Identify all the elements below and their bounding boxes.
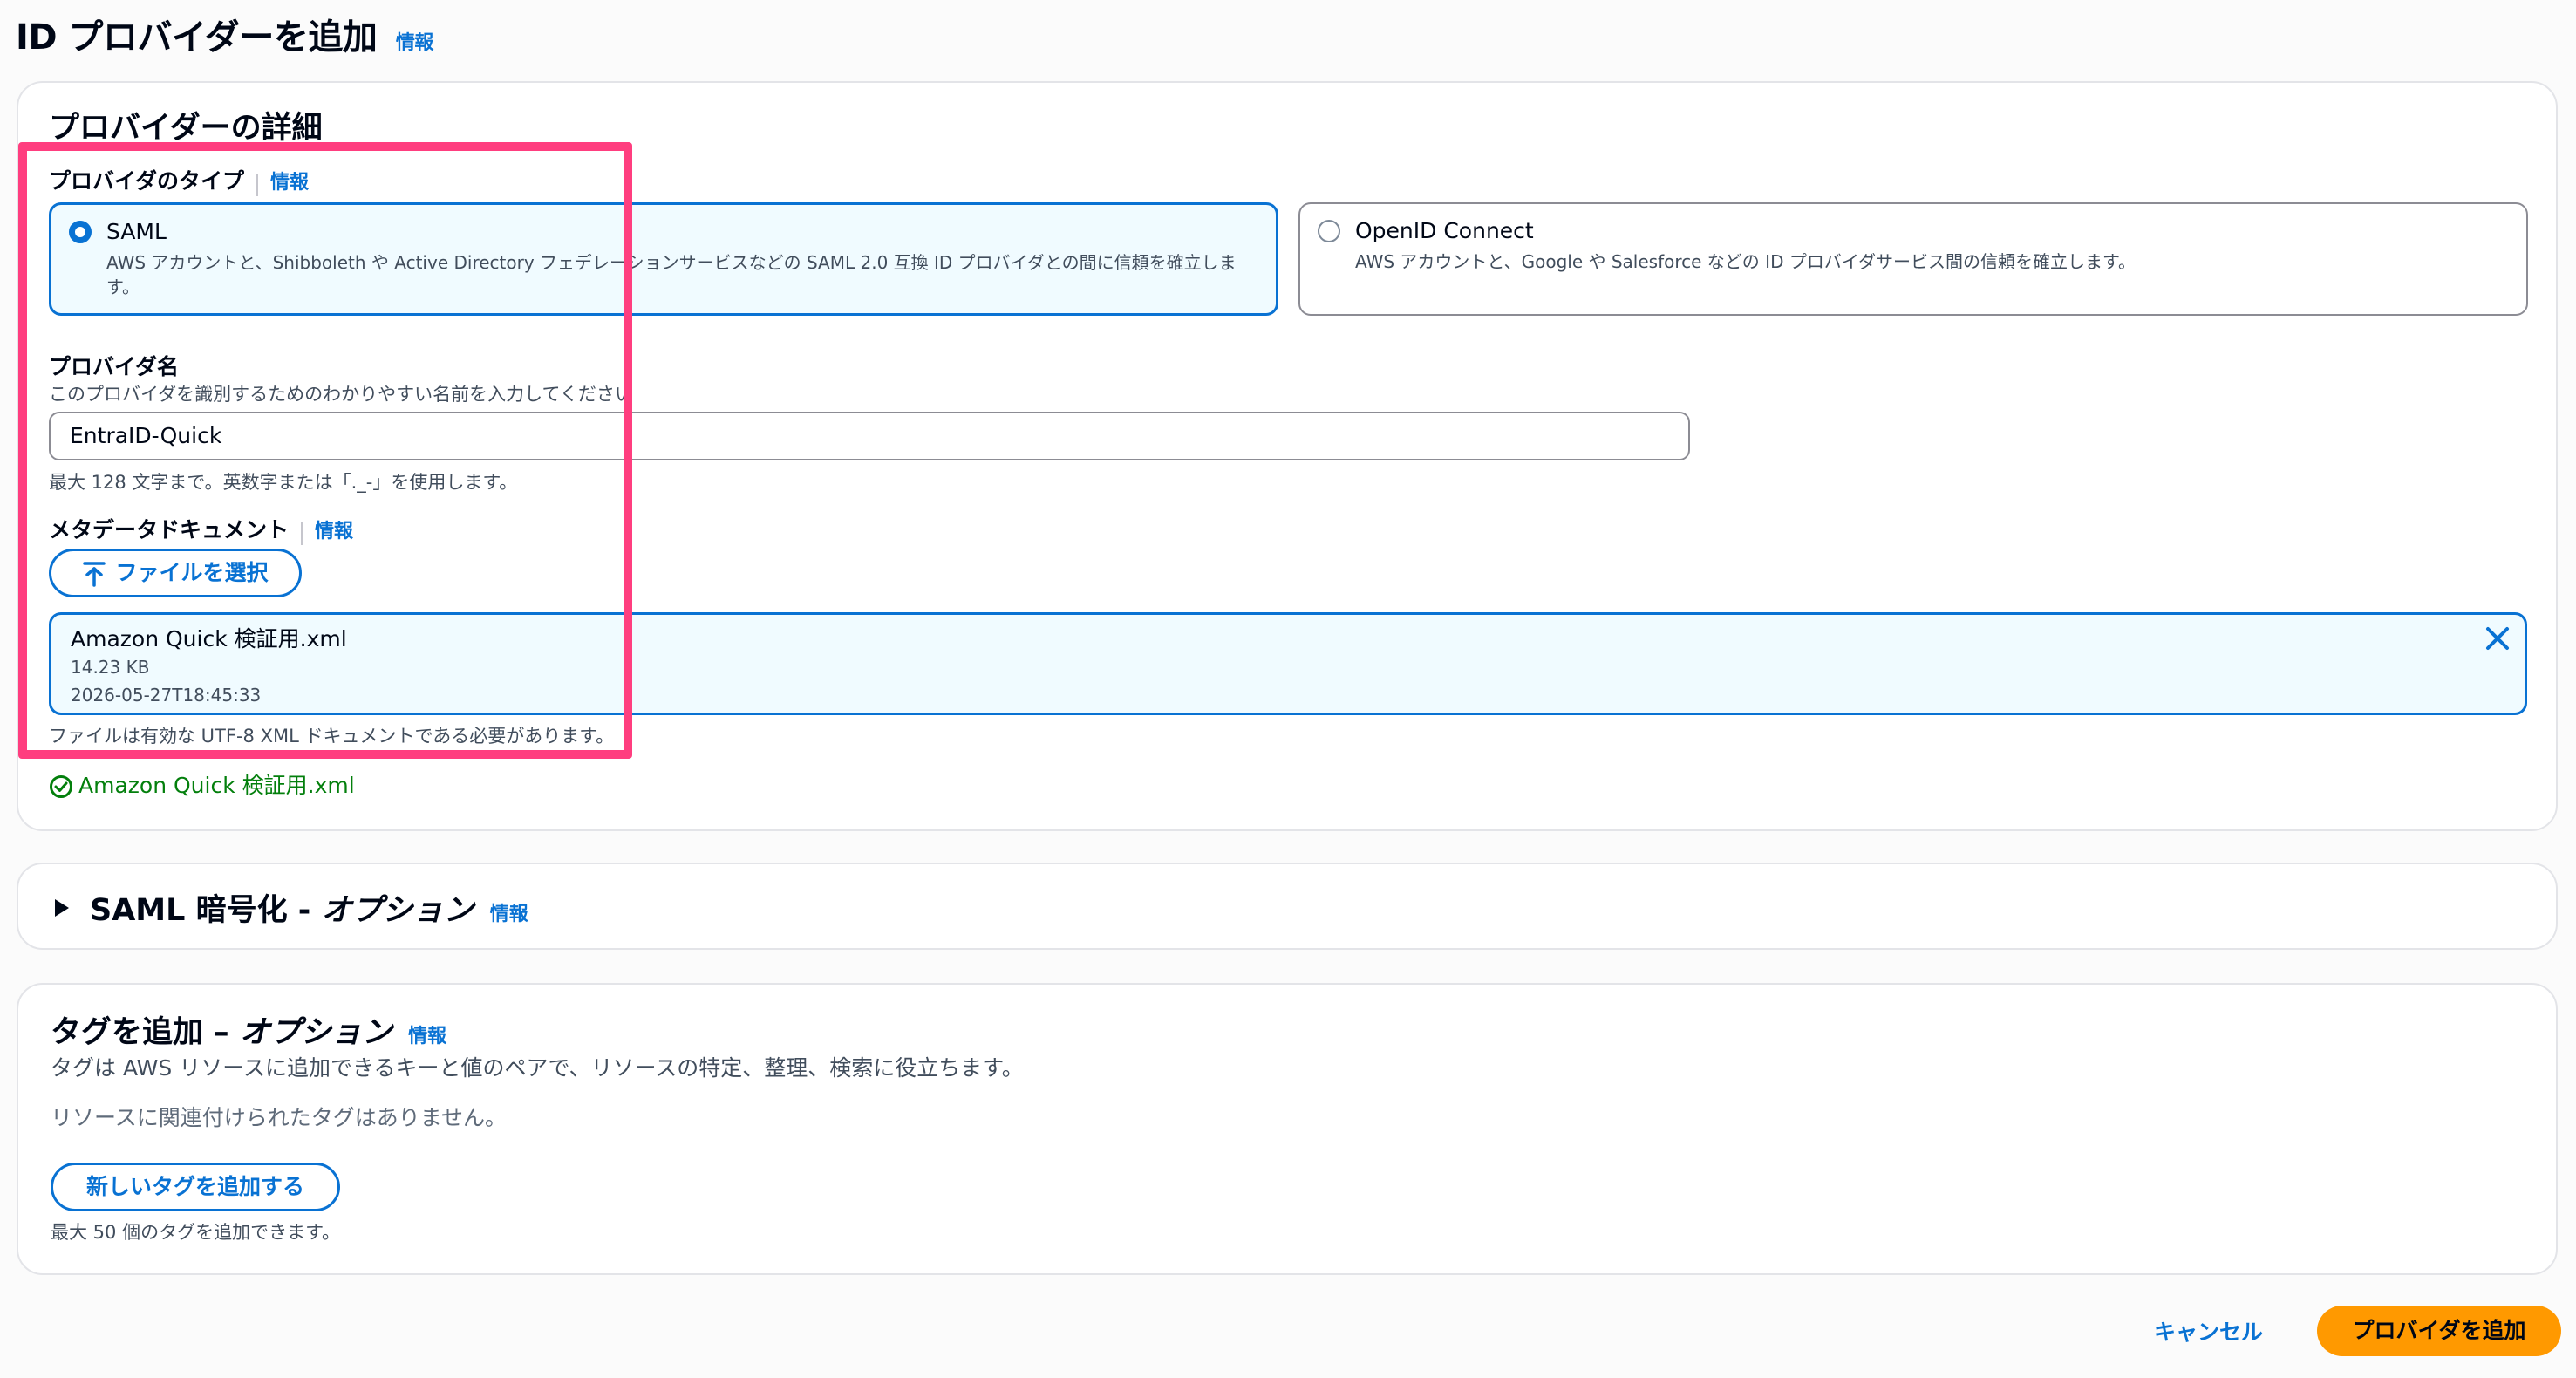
metadata-info-link[interactable]: 情報 <box>315 521 353 542</box>
saml-radio[interactable] <box>69 221 92 243</box>
saml-encryption-title-main: SAML 暗号化 - <box>90 893 322 928</box>
file-size: 14.23 KB <box>71 657 150 678</box>
metadata-label-row: メタデータドキュメント 情報 <box>49 513 353 545</box>
oidc-tile-title: OpenID Connect <box>1355 218 1534 243</box>
choose-file-label: ファイルを選択 <box>115 560 269 585</box>
saml-encryption-title-optional: オプション <box>321 893 474 928</box>
success-check-icon <box>50 775 72 798</box>
label-divider <box>256 173 259 196</box>
saml-encryption-info-link[interactable]: 情報 <box>490 904 528 925</box>
provider-name-input[interactable]: EntraID-Quick <box>49 412 1690 460</box>
upload-success-row: Amazon Quick 検証用.xml <box>49 768 355 800</box>
provider-type-saml-tile[interactable]: SAML AWS アカウントと、Shibboleth や Active Dire… <box>49 202 1278 316</box>
provider-type-info-link[interactable]: 情報 <box>270 172 309 194</box>
saml-tile-title: SAML <box>106 219 167 244</box>
saml-encryption-title[interactable]: SAML 暗号化 - オプション 情報 <box>90 885 528 930</box>
tags-title: タグを追加 – オプション 情報 <box>51 1007 446 1052</box>
tags-title-optional: オプション <box>239 1015 392 1050</box>
saml-tile-desc: AWS アカウントと、Shibboleth や Active Directory… <box>106 252 1237 297</box>
provider-type-oidc-tile[interactable]: OpenID Connect AWS アカウントと、Google や Sales… <box>1298 202 2528 316</box>
add-provider-button[interactable]: プロバイダを追加 <box>2317 1306 2561 1356</box>
tags-title-main: タグを追加 – <box>51 1015 240 1050</box>
tags-empty-text: リソースに関連付けられたタグはありません。 <box>51 1105 508 1130</box>
label-divider <box>301 522 303 545</box>
provider-name-constraint: 最大 128 文字まで。英数字または「._-」を使用します。 <box>49 472 518 493</box>
saml-encryption-section[interactable]: SAML 暗号化 - オプション 情報 <box>17 863 2558 950</box>
upload-icon <box>83 562 106 587</box>
file-name: Amazon Quick 検証用.xml <box>71 626 347 651</box>
tags-desc: タグは AWS リソースに追加できるキーと値のペアで、リソースの特定、整理、検索… <box>51 1055 1024 1081</box>
page-title-text: ID プロバイダーを追加 <box>16 17 378 58</box>
caret-right-icon[interactable] <box>53 897 71 918</box>
add-tag-button[interactable]: 新しいタグを追加する <box>51 1163 340 1211</box>
selected-file-card: Amazon Quick 検証用.xml 14.23 KB 2026-05-27… <box>49 612 2527 715</box>
provider-type-label-row: プロバイダのタイプ 情報 <box>49 164 309 196</box>
metadata-label: メタデータドキュメント <box>49 517 290 542</box>
upload-success-text: Amazon Quick 検証用.xml <box>78 773 355 798</box>
oidc-radio[interactable] <box>1318 220 1340 242</box>
tags-info-link[interactable]: 情報 <box>408 1026 446 1047</box>
remove-file-close-icon[interactable] <box>2484 625 2511 651</box>
page-info-link[interactable]: 情報 <box>396 32 434 54</box>
tags-limit-text: 最大 50 個のタグを追加できます。 <box>51 1222 340 1243</box>
provider-details-title: プロバイダーの詳細 <box>49 111 323 146</box>
provider-type-label: プロバイダのタイプ <box>49 168 245 194</box>
page-title: ID プロバイダーを追加 情報 <box>16 9 433 59</box>
file-modified: 2026-05-27T18:45:33 <box>71 685 262 706</box>
oidc-tile-desc: AWS アカウントと、Google や Salesforce などの ID プロ… <box>1355 251 2136 272</box>
provider-name-desc: このプロバイダを識別するためのわかりやすい名前を入力してください <box>49 384 633 405</box>
provider-name-label: プロバイダ名 <box>49 354 180 379</box>
metadata-constraint: ファイルは有効な UTF-8 XML ドキュメントである必要があります。 <box>49 726 615 747</box>
cancel-button[interactable]: キャンセル <box>2154 1315 2263 1347</box>
tags-card: タグを追加 – オプション 情報 タグは AWS リソースに追加できるキーと値の… <box>17 983 2558 1275</box>
choose-file-button[interactable]: ファイルを選択 <box>49 549 302 597</box>
